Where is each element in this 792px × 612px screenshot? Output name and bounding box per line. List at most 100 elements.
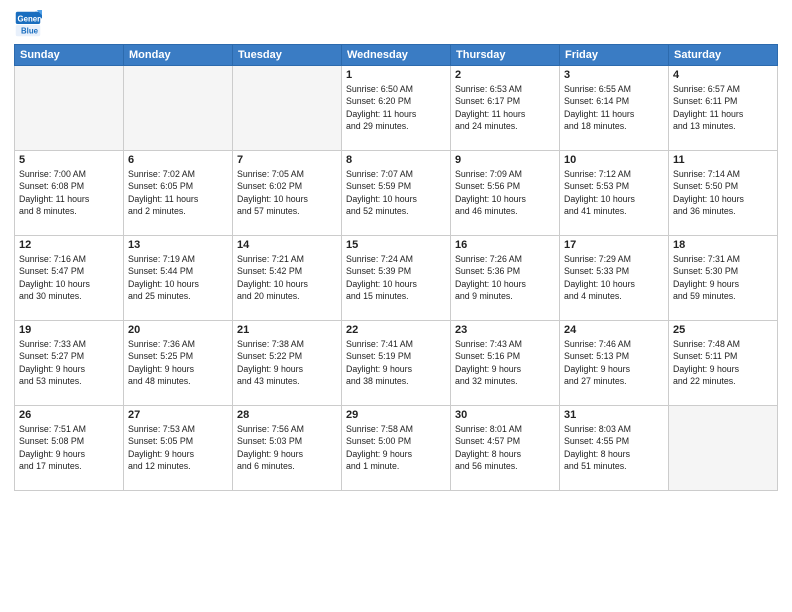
page: General Blue SundayMondayTuesdayWednesda…	[0, 0, 792, 612]
day-number: 8	[346, 154, 446, 166]
week-row-2: 5 Sunrise: 7:00 AMSunset: 6:08 PMDaylight…	[15, 151, 778, 236]
day-number: 2	[455, 69, 555, 81]
day-number: 13	[128, 239, 228, 251]
calendar-cell: 3 Sunrise: 6:55 AMSunset: 6:14 PMDaylight…	[560, 66, 669, 151]
calendar-cell: 11 Sunrise: 7:14 AMSunset: 5:50 PMDayligh…	[669, 151, 778, 236]
day-header-friday: Friday	[560, 45, 669, 66]
day-number: 17	[564, 239, 664, 251]
calendar-cell: 21 Sunrise: 7:38 AMSunset: 5:22 PMDayligh…	[233, 321, 342, 406]
day-number: 4	[673, 69, 773, 81]
day-info: Sunrise: 7:41 AMSunset: 5:19 PMDaylight:…	[346, 338, 446, 387]
day-info: Sunrise: 6:53 AMSunset: 6:17 PMDaylight:…	[455, 83, 555, 132]
day-info: Sunrise: 7:14 AMSunset: 5:50 PMDaylight:…	[673, 168, 773, 217]
calendar-cell: 9 Sunrise: 7:09 AMSunset: 5:56 PMDaylight…	[451, 151, 560, 236]
calendar-cell	[15, 66, 124, 151]
calendar-cell: 5 Sunrise: 7:00 AMSunset: 6:08 PMDaylight…	[15, 151, 124, 236]
day-info: Sunrise: 7:43 AMSunset: 5:16 PMDaylight:…	[455, 338, 555, 387]
day-number: 9	[455, 154, 555, 166]
week-row-3: 12Sunrise: 7:16 AMSunset: 5:47 PMDayligh…	[15, 236, 778, 321]
calendar-cell: 27 Sunrise: 7:53 AMSunset: 5:05 PMDayligh…	[124, 406, 233, 491]
calendar: SundayMondayTuesdayWednesdayThursdayFrid…	[14, 44, 778, 491]
day-number: 16	[455, 239, 555, 251]
calendar-cell: 10Sunrise: 7:12 AMSunset: 5:53 PMDayligh…	[560, 151, 669, 236]
day-info: Sunrise: 8:03 AMSunset: 4:55 PMDaylight:…	[564, 423, 664, 472]
logo: General Blue	[14, 10, 44, 38]
calendar-header-row: SundayMondayTuesdayWednesdayThursdayFrid…	[15, 45, 778, 66]
day-info: Sunrise: 7:07 AMSunset: 5:59 PMDaylight:…	[346, 168, 446, 217]
day-info: Sunrise: 7:29 AMSunset: 5:33 PMDaylight:…	[564, 253, 664, 302]
day-info: Sunrise: 7:05 AMSunset: 6:02 PMDaylight:…	[237, 168, 337, 217]
calendar-cell: 30Sunrise: 8:01 AMSunset: 4:57 PMDayligh…	[451, 406, 560, 491]
day-number: 27	[128, 409, 228, 421]
calendar-cell: 13 Sunrise: 7:19 AMSunset: 5:44 PMDayligh…	[124, 236, 233, 321]
day-number: 1	[346, 69, 446, 81]
day-info: Sunrise: 7:46 AMSunset: 5:13 PMDaylight:…	[564, 338, 664, 387]
week-row-1: 1Sunrise: 6:50 AMSunset: 6:20 PMDaylight…	[15, 66, 778, 151]
day-info: Sunrise: 6:57 AMSunset: 6:11 PMDaylight:…	[673, 83, 773, 132]
day-header-monday: Monday	[124, 45, 233, 66]
calendar-cell	[669, 406, 778, 491]
day-number: 10	[564, 154, 664, 166]
day-info: Sunrise: 7:53 AMSunset: 5:05 PMDaylight:…	[128, 423, 228, 472]
day-number: 6	[128, 154, 228, 166]
week-row-5: 26Sunrise: 7:51 AMSunset: 5:08 PMDayligh…	[15, 406, 778, 491]
day-info: Sunrise: 7:56 AMSunset: 5:03 PMDaylight:…	[237, 423, 337, 472]
day-number: 31	[564, 409, 664, 421]
calendar-cell: 12Sunrise: 7:16 AMSunset: 5:47 PMDayligh…	[15, 236, 124, 321]
day-info: Sunrise: 7:19 AMSunset: 5:44 PMDaylight:…	[128, 253, 228, 302]
calendar-cell: 6 Sunrise: 7:02 AMSunset: 6:05 PMDaylight…	[124, 151, 233, 236]
calendar-cell: 7 Sunrise: 7:05 AMSunset: 6:02 PMDaylight…	[233, 151, 342, 236]
svg-text:General: General	[18, 14, 43, 23]
calendar-cell: 1Sunrise: 6:50 AMSunset: 6:20 PMDaylight…	[342, 66, 451, 151]
day-info: Sunrise: 7:00 AMSunset: 6:08 PMDaylight:…	[19, 168, 119, 217]
day-number: 3	[564, 69, 664, 81]
day-number: 11	[673, 154, 773, 166]
day-header-tuesday: Tuesday	[233, 45, 342, 66]
calendar-cell	[233, 66, 342, 151]
week-row-4: 19Sunrise: 7:33 AMSunset: 5:27 PMDayligh…	[15, 321, 778, 406]
day-header-saturday: Saturday	[669, 45, 778, 66]
day-number: 14	[237, 239, 337, 251]
day-number: 26	[19, 409, 119, 421]
day-number: 7	[237, 154, 337, 166]
day-info: Sunrise: 7:58 AMSunset: 5:00 PMDaylight:…	[346, 423, 446, 472]
calendar-cell: 4 Sunrise: 6:57 AMSunset: 6:11 PMDaylight…	[669, 66, 778, 151]
day-number: 23	[455, 324, 555, 336]
day-number: 28	[237, 409, 337, 421]
calendar-cell: 19Sunrise: 7:33 AMSunset: 5:27 PMDayligh…	[15, 321, 124, 406]
calendar-cell	[124, 66, 233, 151]
day-number: 25	[673, 324, 773, 336]
logo-icon: General Blue	[14, 10, 42, 38]
day-header-sunday: Sunday	[15, 45, 124, 66]
header: General Blue	[14, 10, 778, 38]
day-info: Sunrise: 7:48 AMSunset: 5:11 PMDaylight:…	[673, 338, 773, 387]
calendar-cell: 14 Sunrise: 7:21 AMSunset: 5:42 PMDayligh…	[233, 236, 342, 321]
calendar-cell: 28 Sunrise: 7:56 AMSunset: 5:03 PMDayligh…	[233, 406, 342, 491]
day-header-wednesday: Wednesday	[342, 45, 451, 66]
calendar-cell: 24 Sunrise: 7:46 AMSunset: 5:13 PMDayligh…	[560, 321, 669, 406]
calendar-cell: 15Sunrise: 7:24 AMSunset: 5:39 PMDayligh…	[342, 236, 451, 321]
day-info: Sunrise: 7:33 AMSunset: 5:27 PMDaylight:…	[19, 338, 119, 387]
day-number: 12	[19, 239, 119, 251]
calendar-cell: 2 Sunrise: 6:53 AMSunset: 6:17 PMDaylight…	[451, 66, 560, 151]
day-number: 15	[346, 239, 446, 251]
day-info: Sunrise: 6:55 AMSunset: 6:14 PMDaylight:…	[564, 83, 664, 132]
calendar-cell: 25 Sunrise: 7:48 AMSunset: 5:11 PMDayligh…	[669, 321, 778, 406]
day-number: 20	[128, 324, 228, 336]
svg-text:Blue: Blue	[21, 27, 39, 36]
calendar-cell: 8 Sunrise: 7:07 AMSunset: 5:59 PMDaylight…	[342, 151, 451, 236]
day-info: Sunrise: 7:09 AMSunset: 5:56 PMDaylight:…	[455, 168, 555, 217]
day-number: 24	[564, 324, 664, 336]
calendar-cell: 22Sunrise: 7:41 AMSunset: 5:19 PMDayligh…	[342, 321, 451, 406]
day-number: 5	[19, 154, 119, 166]
calendar-cell: 26Sunrise: 7:51 AMSunset: 5:08 PMDayligh…	[15, 406, 124, 491]
day-info: Sunrise: 7:31 AMSunset: 5:30 PMDaylight:…	[673, 253, 773, 302]
day-info: Sunrise: 8:01 AMSunset: 4:57 PMDaylight:…	[455, 423, 555, 472]
day-info: Sunrise: 7:21 AMSunset: 5:42 PMDaylight:…	[237, 253, 337, 302]
calendar-cell: 16 Sunrise: 7:26 AMSunset: 5:36 PMDayligh…	[451, 236, 560, 321]
calendar-cell: 31 Sunrise: 8:03 AMSunset: 4:55 PMDayligh…	[560, 406, 669, 491]
day-info: Sunrise: 7:38 AMSunset: 5:22 PMDaylight:…	[237, 338, 337, 387]
day-info: Sunrise: 7:26 AMSunset: 5:36 PMDaylight:…	[455, 253, 555, 302]
day-info: Sunrise: 7:02 AMSunset: 6:05 PMDaylight:…	[128, 168, 228, 217]
day-number: 21	[237, 324, 337, 336]
